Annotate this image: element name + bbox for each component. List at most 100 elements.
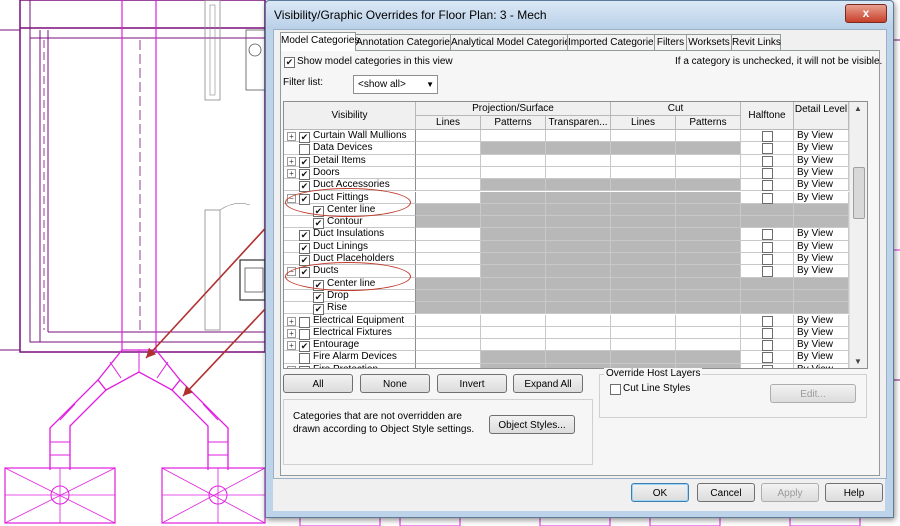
- detail-level-cell[interactable]: By View: [794, 130, 849, 143]
- table-row[interactable]: Drop: [284, 289, 849, 303]
- halftone-checkbox[interactable]: [762, 155, 773, 167]
- override-cell[interactable]: [676, 339, 741, 352]
- detail-level-cell[interactable]: By View: [794, 240, 849, 253]
- table-row[interactable]: Fire Alarm Devices By View: [284, 351, 849, 365]
- override-cell[interactable]: [676, 216, 741, 229]
- override-cell[interactable]: [481, 253, 546, 266]
- table-row[interactable]: + Entourage By View: [284, 339, 849, 353]
- category-visibility-checkbox[interactable]: [299, 365, 310, 368]
- invert-button[interactable]: Invert: [437, 374, 507, 393]
- override-cell[interactable]: [481, 240, 546, 253]
- expand-icon[interactable]: +: [287, 365, 296, 368]
- override-cell[interactable]: [611, 314, 676, 327]
- halftone-cell[interactable]: [741, 253, 794, 266]
- override-cell[interactable]: [611, 142, 676, 155]
- override-cell[interactable]: [611, 253, 676, 266]
- override-cell[interactable]: [611, 289, 676, 303]
- ok-button[interactable]: OK: [631, 483, 689, 502]
- tab-annotation-categories[interactable]: Annotation Categories: [355, 34, 455, 50]
- override-cell[interactable]: [611, 130, 676, 143]
- dialog-titlebar[interactable]: Visibility/Graphic Overrides for Floor P…: [266, 1, 893, 29]
- detail-level-cell[interactable]: By View: [794, 351, 849, 364]
- override-cell[interactable]: [546, 363, 611, 368]
- override-cell[interactable]: [416, 154, 481, 167]
- override-cell[interactable]: [676, 166, 741, 180]
- override-cell[interactable]: [416, 240, 481, 253]
- override-cell[interactable]: [676, 240, 741, 253]
- halftone-checkbox[interactable]: [762, 254, 773, 265]
- override-cell[interactable]: [676, 191, 741, 204]
- override-cell[interactable]: [546, 166, 611, 180]
- halftone-checkbox[interactable]: [762, 315, 773, 327]
- expand-icon[interactable]: +: [287, 168, 296, 178]
- detail-level-cell[interactable]: By View: [794, 154, 849, 167]
- override-cell[interactable]: [546, 277, 611, 290]
- override-cell[interactable]: [611, 277, 676, 290]
- apply-button[interactable]: Apply: [761, 483, 819, 502]
- override-cell[interactable]: [611, 326, 676, 340]
- scroll-up-icon[interactable]: ▲: [854, 104, 862, 113]
- detail-level-cell[interactable]: By View: [794, 339, 849, 352]
- show-model-categories-checkbox[interactable]: [284, 57, 295, 68]
- override-cell[interactable]: [611, 351, 676, 364]
- override-cell[interactable]: [481, 339, 546, 352]
- override-cell[interactable]: [546, 154, 611, 167]
- halftone-cell[interactable]: [741, 179, 794, 192]
- halftone-cell[interactable]: [741, 142, 794, 155]
- override-cell[interactable]: [676, 326, 741, 340]
- override-cell[interactable]: [676, 179, 741, 192]
- override-cell[interactable]: [546, 191, 611, 204]
- override-cell[interactable]: [611, 166, 676, 180]
- override-cell[interactable]: [416, 191, 481, 204]
- override-cell[interactable]: [481, 142, 546, 155]
- cut-line-styles-checkbox[interactable]: [610, 384, 621, 395]
- tab-worksets[interactable]: Worksets: [686, 34, 732, 50]
- table-row[interactable]: + Electrical Fixtures By View: [284, 326, 849, 340]
- detail-level-cell[interactable]: By View: [794, 179, 849, 192]
- override-cell[interactable]: [676, 203, 741, 217]
- detail-level-cell[interactable]: [794, 302, 849, 315]
- override-cell[interactable]: [546, 314, 611, 327]
- table-row[interactable]: Duct Linings By View: [284, 240, 849, 254]
- override-cell[interactable]: [546, 326, 611, 340]
- override-cell[interactable]: [481, 265, 546, 278]
- close-button[interactable]: x: [845, 4, 887, 23]
- override-cell[interactable]: [416, 166, 481, 180]
- table-row[interactable]: + Electrical Equipment By View: [284, 314, 849, 328]
- halftone-cell[interactable]: [741, 166, 794, 180]
- override-cell[interactable]: [546, 265, 611, 278]
- override-cell[interactable]: [481, 166, 546, 180]
- halftone-cell[interactable]: [741, 154, 794, 167]
- detail-level-cell[interactable]: By View: [794, 363, 849, 368]
- halftone-checkbox[interactable]: [762, 340, 773, 352]
- detail-level-cell[interactable]: [794, 289, 849, 303]
- halftone-cell[interactable]: [741, 130, 794, 143]
- table-row[interactable]: + Doors By View: [284, 166, 849, 180]
- override-cell[interactable]: [546, 130, 611, 143]
- override-cell[interactable]: [676, 253, 741, 266]
- override-cell[interactable]: [416, 265, 481, 278]
- override-cell[interactable]: [611, 154, 676, 167]
- all-button[interactable]: All: [283, 374, 353, 393]
- override-cell[interactable]: [611, 265, 676, 278]
- override-cell[interactable]: [676, 302, 741, 315]
- table-row[interactable]: Data Devices By View: [284, 142, 849, 156]
- override-cell[interactable]: [676, 351, 741, 364]
- detail-level-cell[interactable]: [794, 203, 849, 217]
- override-cell[interactable]: [676, 130, 741, 143]
- halftone-cell[interactable]: [741, 289, 794, 303]
- halftone-cell[interactable]: [741, 228, 794, 241]
- override-cell[interactable]: [611, 216, 676, 229]
- override-cell[interactable]: [481, 289, 546, 303]
- override-cell[interactable]: [481, 130, 546, 143]
- halftone-cell[interactable]: [741, 339, 794, 352]
- halftone-checkbox[interactable]: [762, 229, 773, 241]
- halftone-cell[interactable]: [741, 314, 794, 327]
- halftone-checkbox[interactable]: [762, 266, 773, 278]
- halftone-cell[interactable]: [741, 240, 794, 253]
- halftone-checkbox[interactable]: [762, 167, 773, 179]
- halftone-cell[interactable]: [741, 191, 794, 204]
- halftone-checkbox[interactable]: [762, 241, 773, 253]
- override-cell[interactable]: [611, 302, 676, 315]
- detail-level-cell[interactable]: [794, 216, 849, 229]
